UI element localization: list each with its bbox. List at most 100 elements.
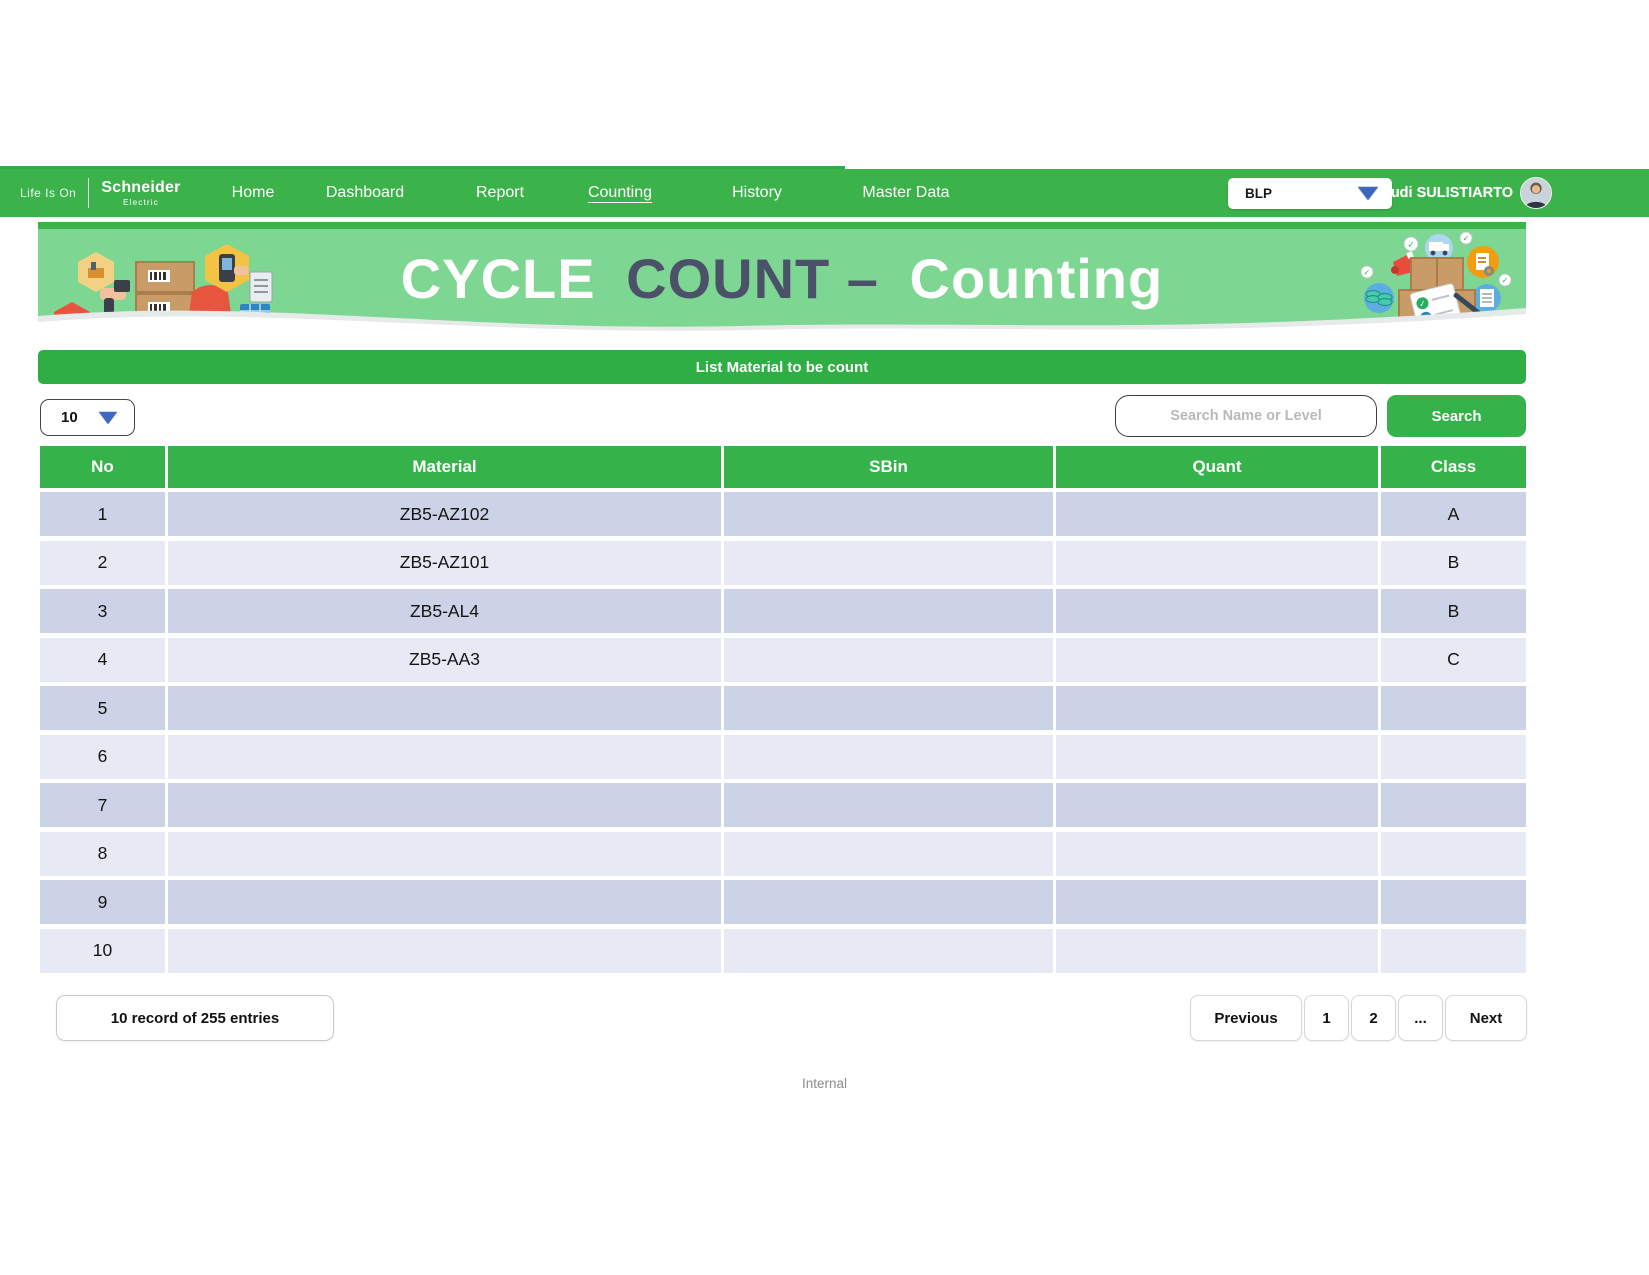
cell-quant	[1056, 492, 1378, 536]
table-row[interactable]: 2ZB5-AZ101B	[40, 541, 1526, 585]
table-header: No Material SBin Quant Class	[40, 446, 1526, 488]
table-row[interactable]: 5	[40, 686, 1526, 730]
chevron-down-icon	[1358, 187, 1378, 200]
title-count: COUNT –	[626, 247, 879, 310]
cell-class: C	[1381, 638, 1526, 682]
search-button[interactable]: Search	[1387, 395, 1526, 437]
pagination-page-2-button[interactable]: 2	[1351, 995, 1396, 1041]
brand-name: Schneider	[101, 180, 180, 196]
cell-sbin	[724, 541, 1053, 585]
schneider-logo: Life Is On Schneider Electric	[20, 169, 181, 217]
cell-no: 2	[40, 541, 165, 585]
pagination-page-1-button[interactable]: 1	[1304, 995, 1349, 1041]
table-row[interactable]: 6	[40, 735, 1526, 779]
cell-class	[1381, 832, 1526, 876]
column-header-quant: Quant	[1056, 446, 1378, 488]
table-row[interactable]: 7	[40, 783, 1526, 827]
column-header-class: Class	[1381, 446, 1526, 488]
nav-item-counting[interactable]: Counting	[588, 169, 652, 217]
page-size-value: 10	[61, 409, 78, 426]
title-counting: Counting	[910, 247, 1164, 310]
column-header-no: No	[40, 446, 165, 488]
pagination-previous-button[interactable]: Previous	[1190, 995, 1302, 1041]
cell-no: 7	[40, 783, 165, 827]
section-header-bar: List Material to be count	[38, 350, 1526, 384]
cell-sbin	[724, 638, 1053, 682]
search-input[interactable]	[1115, 395, 1377, 437]
navbar: Life Is On Schneider Electric Home Dashb…	[0, 169, 1649, 217]
column-header-sbin: SBin	[724, 446, 1053, 488]
brand-divider	[88, 178, 89, 208]
cell-quant	[1056, 783, 1378, 827]
pagination: Previous 1 2 ... Next	[1190, 995, 1527, 1041]
cell-sbin	[724, 880, 1053, 924]
plant-selector-value: BLP	[1245, 186, 1272, 201]
cell-no: 5	[40, 686, 165, 730]
person-icon	[1521, 177, 1551, 208]
cell-quant	[1056, 686, 1378, 730]
cell-quant	[1056, 929, 1378, 973]
cell-sbin	[724, 735, 1053, 779]
title-cycle: CYCLE	[401, 247, 596, 310]
cell-class	[1381, 783, 1526, 827]
banner-wave	[38, 302, 1526, 338]
cell-material: ZB5-AA3	[168, 638, 721, 682]
table-row[interactable]: 10	[40, 929, 1526, 973]
internal-footer-label: Internal	[0, 1076, 1649, 1091]
cell-class	[1381, 929, 1526, 973]
cell-sbin	[724, 492, 1053, 536]
nav-item-history[interactable]: History	[732, 169, 782, 217]
user-avatar	[1520, 177, 1552, 209]
table-row[interactable]: 8	[40, 832, 1526, 876]
cell-quant	[1056, 832, 1378, 876]
cell-sbin	[724, 686, 1053, 730]
nav-item-master-data[interactable]: Master Data	[862, 169, 949, 217]
svg-text:✓: ✓	[1364, 268, 1371, 277]
cell-material: ZB5-AZ102	[168, 492, 721, 536]
record-count-box: 10 record of 255 entries	[56, 995, 334, 1041]
cell-no: 8	[40, 832, 165, 876]
page-size-dropdown[interactable]: 10	[40, 399, 135, 436]
cell-quant	[1056, 589, 1378, 633]
section-header-label: List Material to be count	[696, 359, 869, 376]
pagination-next-button[interactable]: Next	[1445, 995, 1527, 1041]
page-banner: CYCLE COUNT – Counting ✓✓✓	[38, 222, 1526, 338]
user-menu[interactable]: Budi SULISTIARTO	[1380, 169, 1552, 217]
cell-no: 3	[40, 589, 165, 633]
cell-sbin	[724, 832, 1053, 876]
column-header-material: Material	[168, 446, 721, 488]
cell-quant	[1056, 638, 1378, 682]
cell-sbin	[724, 783, 1053, 827]
nav-item-home[interactable]: Home	[232, 169, 275, 217]
cell-sbin	[724, 929, 1053, 973]
brand-sub: Electric	[101, 198, 180, 207]
cell-quant	[1056, 880, 1378, 924]
cell-class	[1381, 880, 1526, 924]
record-count-label: 10 record of 255 entries	[111, 1010, 279, 1027]
cell-material	[168, 735, 721, 779]
cell-class: B	[1381, 589, 1526, 633]
nav-item-dashboard[interactable]: Dashboard	[326, 169, 404, 217]
banner-top-strip	[38, 222, 1526, 229]
cycle-count-app: Life Is On Schneider Electric Home Dashb…	[0, 0, 1649, 1275]
cell-class: A	[1381, 492, 1526, 536]
table-row[interactable]: 4ZB5-AA3C	[40, 638, 1526, 682]
pagination-ellipsis-button[interactable]: ...	[1398, 995, 1443, 1041]
nav-item-report[interactable]: Report	[476, 169, 524, 217]
life-is-on-label: Life Is On	[20, 186, 76, 200]
table-row[interactable]: 9	[40, 880, 1526, 924]
table-row[interactable]: 1ZB5-AZ102 A	[40, 492, 1526, 536]
cell-material	[168, 783, 721, 827]
cell-material	[168, 929, 721, 973]
chevron-down-icon	[99, 412, 117, 424]
svg-text:✓: ✓	[1463, 234, 1470, 243]
cell-no: 1	[40, 492, 165, 536]
cell-quant	[1056, 735, 1378, 779]
cell-no: 9	[40, 880, 165, 924]
table-row[interactable]: 3ZB5-AL4B	[40, 589, 1526, 633]
cell-sbin	[724, 589, 1053, 633]
cell-class	[1381, 735, 1526, 779]
cell-no: 6	[40, 735, 165, 779]
cell-class: B	[1381, 541, 1526, 585]
plant-selector-dropdown[interactable]: BLP	[1228, 178, 1392, 209]
